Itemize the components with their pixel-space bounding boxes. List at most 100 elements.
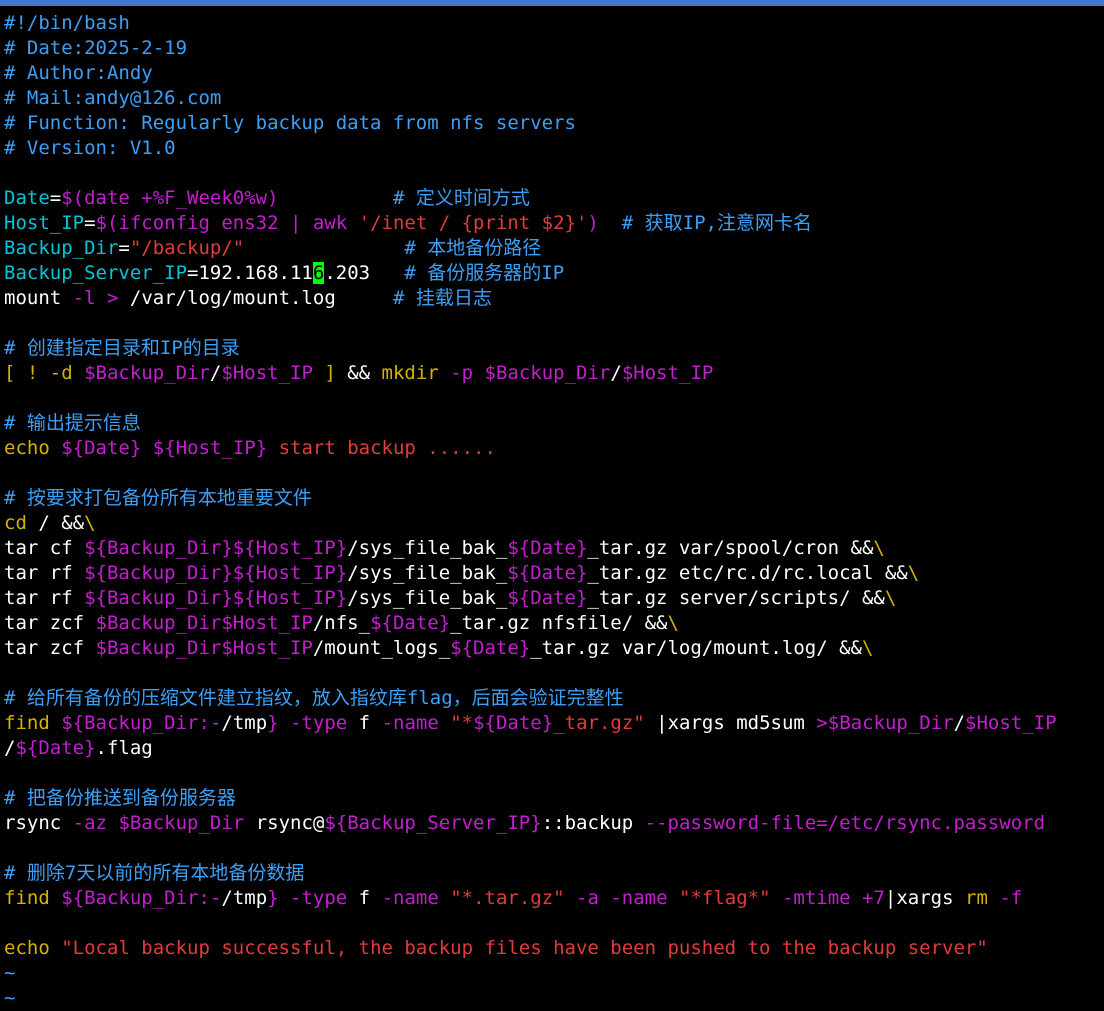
code-token: / [610, 362, 622, 384]
code-token: \ [667, 612, 679, 634]
code-line[interactable]: [ ! -d $Backup_Dir/$Host_IP ] && mkdir -… [0, 361, 1104, 386]
code-line[interactable]: mount -l > /var/log/mount.log # 挂载日志 [0, 286, 1104, 311]
code-token: "/backup/" [129, 237, 245, 259]
code-line[interactable]: # 按要求打包备份所有本地重要文件 [0, 486, 1104, 511]
code-token: $Host_IP [965, 712, 1057, 734]
code-line[interactable] [0, 836, 1104, 861]
code-token: [ ! -d [4, 362, 85, 384]
code-token: $Backup_Dir$Host_IP [95, 637, 313, 659]
code-token: ${Date} [61, 437, 142, 459]
code-token: / && [26, 512, 85, 534]
code-token: -type [278, 887, 348, 909]
code-line[interactable]: find ${Backup_Dir:-/tmp} -type f -name "… [0, 711, 1104, 736]
code-comment: # 定义时间方式 [392, 187, 530, 209]
code-token: "* [450, 712, 474, 734]
code-line[interactable]: Host_IP=$(ifconfig ens32 | awk '/inet / … [0, 211, 1104, 236]
code-line[interactable]: # Mail:andy@126.com [0, 86, 1104, 111]
code-token: _tar.gz server/scripts/ && [587, 587, 885, 609]
code-token: /nfs_ [312, 612, 371, 634]
code-token: -name [381, 712, 439, 734]
code-line[interactable] [0, 461, 1104, 486]
code-token: =192.168.11 [187, 262, 313, 284]
code-line[interactable]: # 输出提示信息 [0, 411, 1104, 436]
code-line[interactable]: # 创建指定目录和IP的目录 [0, 336, 1104, 361]
code-token: start backup ...... [267, 437, 496, 459]
code-line[interactable]: tar zcf $Backup_Dir$Host_IP/mount_logs_$… [0, 636, 1104, 661]
code-token: /var/log/mount.log [118, 287, 393, 309]
code-token: $Host_IP [621, 362, 714, 384]
code-token: echo [4, 437, 50, 459]
code-token: } [267, 712, 279, 734]
code-line[interactable]: # 给所有备份的压缩文件建立指纹，放入指纹库flag，后面会验证完整性 [0, 686, 1104, 711]
code-line[interactable]: /${Date}.flag [0, 736, 1104, 761]
code-token: /sys_file_bak_ [347, 562, 508, 584]
code-line[interactable] [0, 386, 1104, 411]
code-comment: # Mail:andy@126.com [4, 87, 222, 109]
code-token: $Backup_Dir [118, 812, 245, 834]
code-token: -name [381, 887, 439, 909]
code-token: ${Backup_Dir:- [61, 712, 222, 734]
code-line[interactable]: Backup_Dir="/backup/" # 本地备份路径 [0, 236, 1104, 261]
code-line[interactable]: tar zcf $Backup_Dir$Host_IP/nfs_${Date}_… [0, 611, 1104, 636]
code-comment: ~ [4, 962, 16, 984]
code-line[interactable]: # Author:Andy [0, 61, 1104, 86]
code-line[interactable] [0, 311, 1104, 336]
terminal-editor[interactable]: #!/bin/bash # Date:2025-2-19 # Author:Andy… [0, 11, 1104, 1011]
code-line[interactable]: tar rf ${Backup_Dir}${Host_IP}/sys_file_… [0, 586, 1104, 611]
code-token: --password-file=/etc/rsync.password [644, 812, 1046, 834]
code-token: ${Backup_Server_IP} [324, 812, 542, 834]
code-line[interactable]: rsync -az $Backup_Dir rsync@${Backup_Ser… [0, 811, 1104, 836]
code-token: _tar.gz" [553, 712, 645, 734]
code-line[interactable]: #!/bin/bash [0, 11, 1104, 36]
code-token: /sys_file_bak_ [347, 537, 508, 559]
code-line[interactable] [0, 911, 1104, 936]
code-token: $Backup_Dir [827, 712, 954, 734]
code-token: ${Date} [507, 562, 588, 584]
code-line[interactable]: # Version: V1.0 [0, 136, 1104, 161]
code-token: echo [4, 937, 50, 959]
code-line[interactable]: cd / &&\ [0, 511, 1104, 536]
code-token: tar rf [4, 587, 85, 609]
code-token: find [4, 887, 50, 909]
code-line[interactable]: ~ [0, 961, 1104, 986]
code-line[interactable]: tar cf ${Backup_Dir}${Host_IP}/sys_file_… [0, 536, 1104, 561]
code-token: $Host_IP [221, 362, 313, 384]
code-token: rm [965, 887, 988, 909]
code-token: /tmp [221, 712, 268, 734]
code-token: ${Backup_Dir:- [61, 887, 222, 909]
code-line[interactable]: Backup_Server_IP=192.168.116.203 # 备份服务器… [0, 261, 1104, 286]
code-line[interactable]: Date=$(date +%F_Week0%w) # 定义时间方式 [0, 186, 1104, 211]
code-line[interactable]: # Date:2025-2-19 [0, 36, 1104, 61]
code-token: $(date +%F_Week0%w) [61, 187, 279, 209]
code-token: /tmp [221, 887, 268, 909]
code-token: ${Backup_Dir}${Host_IP} [84, 587, 348, 609]
code-token: .203 [324, 262, 405, 284]
code-line[interactable]: # Function: Regularly backup data from n… [0, 111, 1104, 136]
code-token: / [209, 362, 222, 384]
code-token: ] [312, 362, 336, 384]
code-token: f [347, 887, 382, 909]
code-line[interactable]: echo "Local backup successful, the backu… [0, 936, 1104, 961]
code-token: = [84, 212, 96, 234]
code-line[interactable] [0, 761, 1104, 786]
code-token: -p [438, 362, 485, 384]
code-line[interactable]: ~ [0, 986, 1104, 1011]
code-comment: # 备份服务器的IP [404, 262, 565, 284]
code-line[interactable]: tar rf ${Backup_Dir}${Host_IP}/sys_file_… [0, 561, 1104, 586]
code-line[interactable]: find ${Backup_Dir:-/tmp} -type f -name "… [0, 886, 1104, 911]
code-comment: # 输出提示信息 [4, 412, 141, 434]
code-line[interactable]: echo ${Date} ${Host_IP} start backup ...… [0, 436, 1104, 461]
code-token: |xargs md5sum [644, 712, 817, 734]
code-token: -a -name [564, 887, 668, 909]
code-token: "Local backup successful, the backup fil… [61, 937, 988, 959]
code-line[interactable]: # 把备份推送到备份服务器 [0, 786, 1104, 811]
code-line[interactable]: # 删除7天以前的所有本地备份数据 [0, 861, 1104, 886]
code-token: Date [4, 187, 50, 209]
code-line[interactable] [0, 661, 1104, 686]
code-line[interactable] [0, 161, 1104, 186]
